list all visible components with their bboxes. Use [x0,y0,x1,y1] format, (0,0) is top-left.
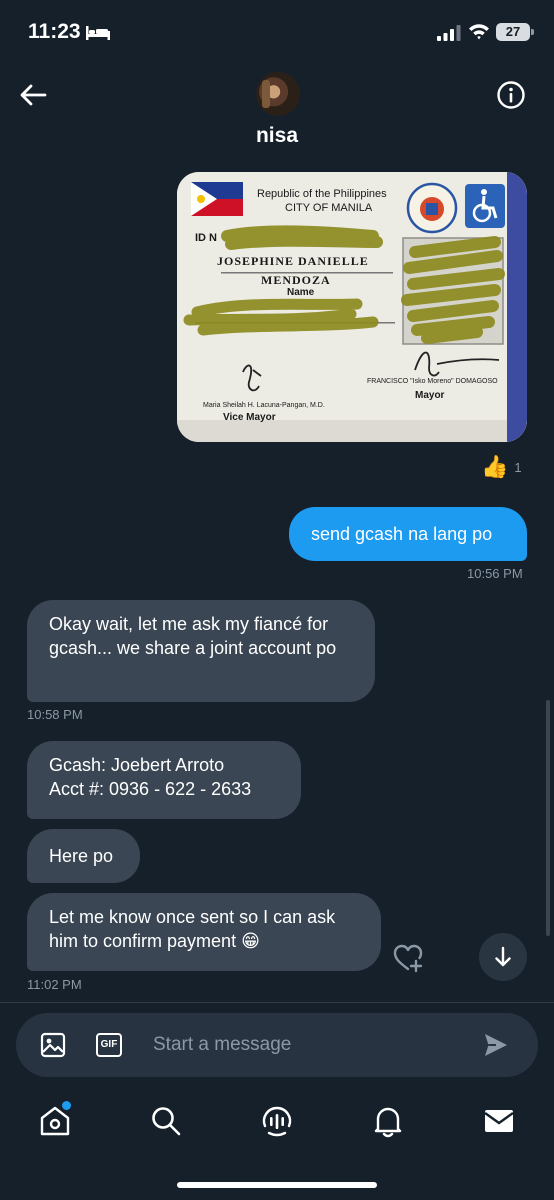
battery-tip [531,29,534,35]
card-country: Republic of the Philippines [257,188,387,200]
contact-name[interactable]: nisa [0,124,554,148]
info-icon[interactable] [496,80,526,110]
home-indicator[interactable] [177,1182,377,1188]
message-timestamp: 10:58 PM [27,707,83,722]
sleep-mode-icon [86,26,110,40]
received-message-bubble[interactable]: Gcash: Joebert Arroto Acct #: 0936 - 622… [27,741,301,819]
message-line: Gcash: Joebert Arroto [49,755,225,775]
image-icon[interactable] [40,1032,66,1058]
card-vice-mayor-title: Vice Mayor [223,412,276,423]
bottom-navigation [0,1096,554,1152]
wifi-icon [469,24,489,40]
send-icon[interactable] [482,1031,510,1059]
card-mayor-title: Mayor [415,390,445,401]
received-message-bubble[interactable]: Here po [27,829,140,883]
message-timestamp: 10:56 PM [467,566,523,581]
add-reaction-heart-icon[interactable] [392,942,424,974]
composer-divider [0,1002,554,1003]
scrollbar[interactable] [546,700,550,936]
message-timestamp: 11:02 PM [27,977,82,992]
card-holder-name-line2: MENDOZA [261,273,331,287]
back-arrow-icon[interactable] [18,80,48,110]
spaces-icon[interactable] [260,1104,294,1138]
arrow-down-icon [495,946,511,967]
home-notification-dot [62,1101,71,1110]
received-message-bubble[interactable]: Let me know once sent so I can ask him t… [27,893,381,971]
sent-message-bubble[interactable]: send gcash na lang po [289,507,527,561]
thumbs-up-icon: 👍 [481,454,509,479]
message-input[interactable] [153,1027,473,1063]
card-holder-name-line1: JOSEPHINE DANIELLE [217,254,369,268]
battery-indicator: 27 [496,23,530,41]
contact-avatar[interactable] [256,72,300,116]
status-time: 11:23 [28,20,81,43]
card-mayor-name: FRANCISCO "Isko Moreno" DOMAGOSO [367,378,498,385]
search-icon[interactable] [149,1104,183,1138]
gif-label: GIF [100,1039,118,1050]
scroll-to-bottom-button[interactable] [479,933,527,981]
message-reaction[interactable]: 👍 1 [481,453,522,481]
received-message-bubble[interactable]: Okay wait, let me ask my fiancé for gcas… [27,600,375,702]
messages-envelope-icon[interactable] [482,1104,516,1138]
card-id-prefix: ID N [195,232,217,244]
cellular-signal-icon [437,25,461,41]
status-bar: 11:23 27 [0,0,554,64]
message-line: Acct #: 0936 - 622 - 2633 [49,779,252,799]
reaction-count: 1 [514,459,522,475]
card-name-label: Name [287,287,315,298]
image-attachment[interactable]: Republic of the Philippines CITY OF MANI… [177,172,527,442]
card-city: CITY OF MANILA [285,202,373,214]
notifications-bell-icon[interactable] [371,1104,405,1138]
message-composer: GIF [16,1013,538,1077]
gif-button[interactable]: GIF [96,1033,122,1057]
card-vice-mayor-name: Maria Sheilah H. Lacuna-Pangan, M.D. [203,402,325,409]
